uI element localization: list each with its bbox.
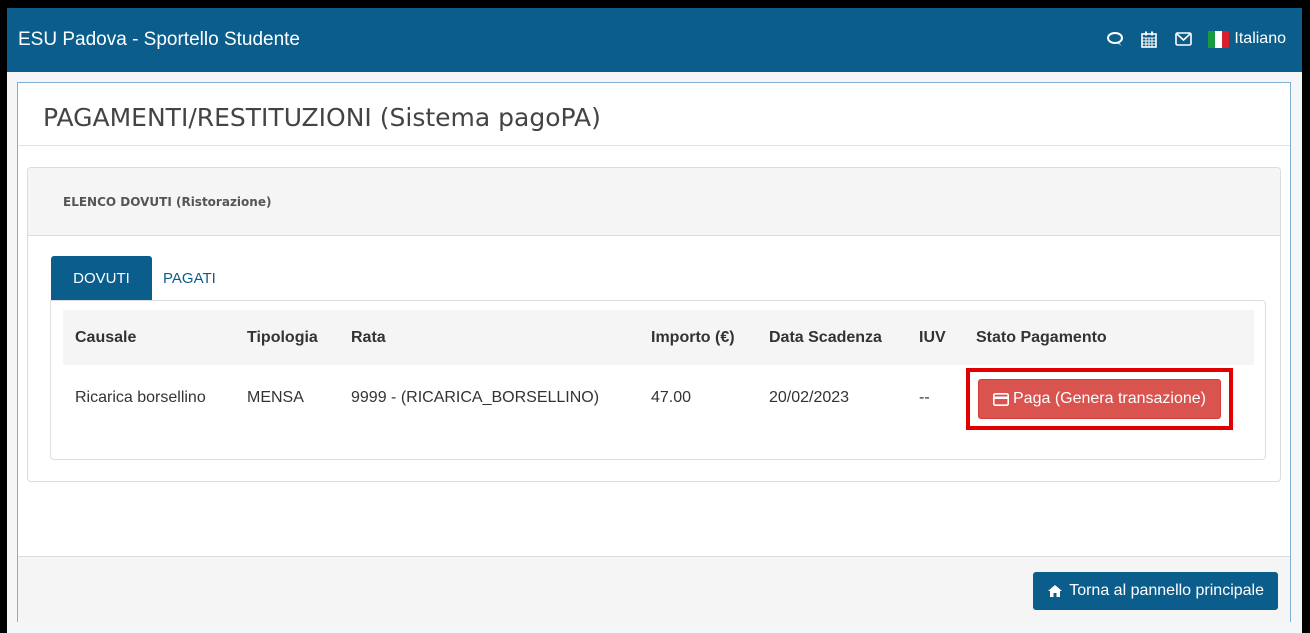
- page-title: PAGAMENTI/RESTITUZIONI (Sistema pagoPA): [43, 103, 601, 132]
- cell-importo: 47.00: [651, 388, 692, 406]
- table-row: Ricarica borsellino MENSA 9999 - (RICARI…: [63, 365, 1254, 430]
- pay-button-label: Paga (Genera transazione): [1013, 390, 1206, 407]
- cell-tipologia: MENSA: [247, 388, 304, 406]
- language-label: Italiano: [1234, 30, 1286, 47]
- col-iuv: IUV: [919, 328, 946, 346]
- title-divider: [18, 145, 1290, 146]
- col-stato-pagamento: Stato Pagamento: [976, 328, 1107, 346]
- cell-causale: Ricarica borsellino: [75, 388, 206, 406]
- highlight-box: Paga (Genera transazione): [966, 368, 1233, 430]
- pay-button[interactable]: Paga (Genera transazione): [978, 379, 1221, 419]
- home-button-label: Torna al pannello principale: [1069, 582, 1264, 599]
- tab-pagati[interactable]: PAGATI: [163, 256, 263, 300]
- dues-panel-header: ELENCO DOVUTI (Ristorazione): [28, 168, 1280, 236]
- main-panel: PAGAMENTI/RESTITUZIONI (Sistema pagoPA) …: [17, 82, 1291, 622]
- tab-dovuti[interactable]: DOVUTI: [51, 256, 152, 300]
- col-tipologia: Tipologia: [247, 328, 318, 346]
- dues-panel: ELENCO DOVUTI (Ristorazione) DOVUTI PAGA…: [27, 167, 1281, 482]
- home-button[interactable]: Torna al pannello principale: [1033, 572, 1278, 610]
- panel-footer: Torna al pannello principale: [18, 556, 1290, 622]
- cell-data-scadenza: 20/02/2023: [769, 388, 850, 406]
- cell-stato-pagamento: Paga (Genera transazione): [964, 365, 1254, 430]
- cell-rata: 9999 - (RICARICA_BORSELLINO): [351, 388, 600, 406]
- calendar-icon[interactable]: [1136, 28, 1162, 50]
- italy-flag-icon: [1208, 30, 1230, 48]
- dues-table: Causale Tipologia Rata Importo (€) Data …: [63, 310, 1254, 430]
- home-icon: [1048, 585, 1063, 597]
- language-selector[interactable]: Italiano: [1208, 30, 1286, 48]
- mail-icon[interactable]: [1170, 28, 1196, 50]
- tab-content: Causale Tipologia Rata Importo (€) Data …: [50, 300, 1266, 460]
- chat-icon[interactable]: [1102, 28, 1128, 50]
- app-frame: ESU Padova - Sportello Studente Italiano…: [7, 8, 1302, 633]
- navbar-actions: Italiano: [1094, 28, 1286, 50]
- dues-panel-title: ELENCO DOVUTI (Ristorazione): [63, 195, 272, 209]
- credit-card-icon: [993, 392, 1009, 406]
- top-navbar: ESU Padova - Sportello Studente Italiano: [7, 8, 1302, 72]
- table-header-row: Causale Tipologia Rata Importo (€) Data …: [63, 310, 1254, 365]
- brand-title[interactable]: ESU Padova - Sportello Studente: [18, 29, 300, 51]
- cell-iuv: --: [919, 388, 930, 406]
- col-data-scadenza: Data Scadenza: [769, 328, 882, 346]
- col-rata: Rata: [351, 328, 386, 346]
- col-importo: Importo (€): [651, 328, 735, 346]
- col-causale: Causale: [75, 328, 137, 346]
